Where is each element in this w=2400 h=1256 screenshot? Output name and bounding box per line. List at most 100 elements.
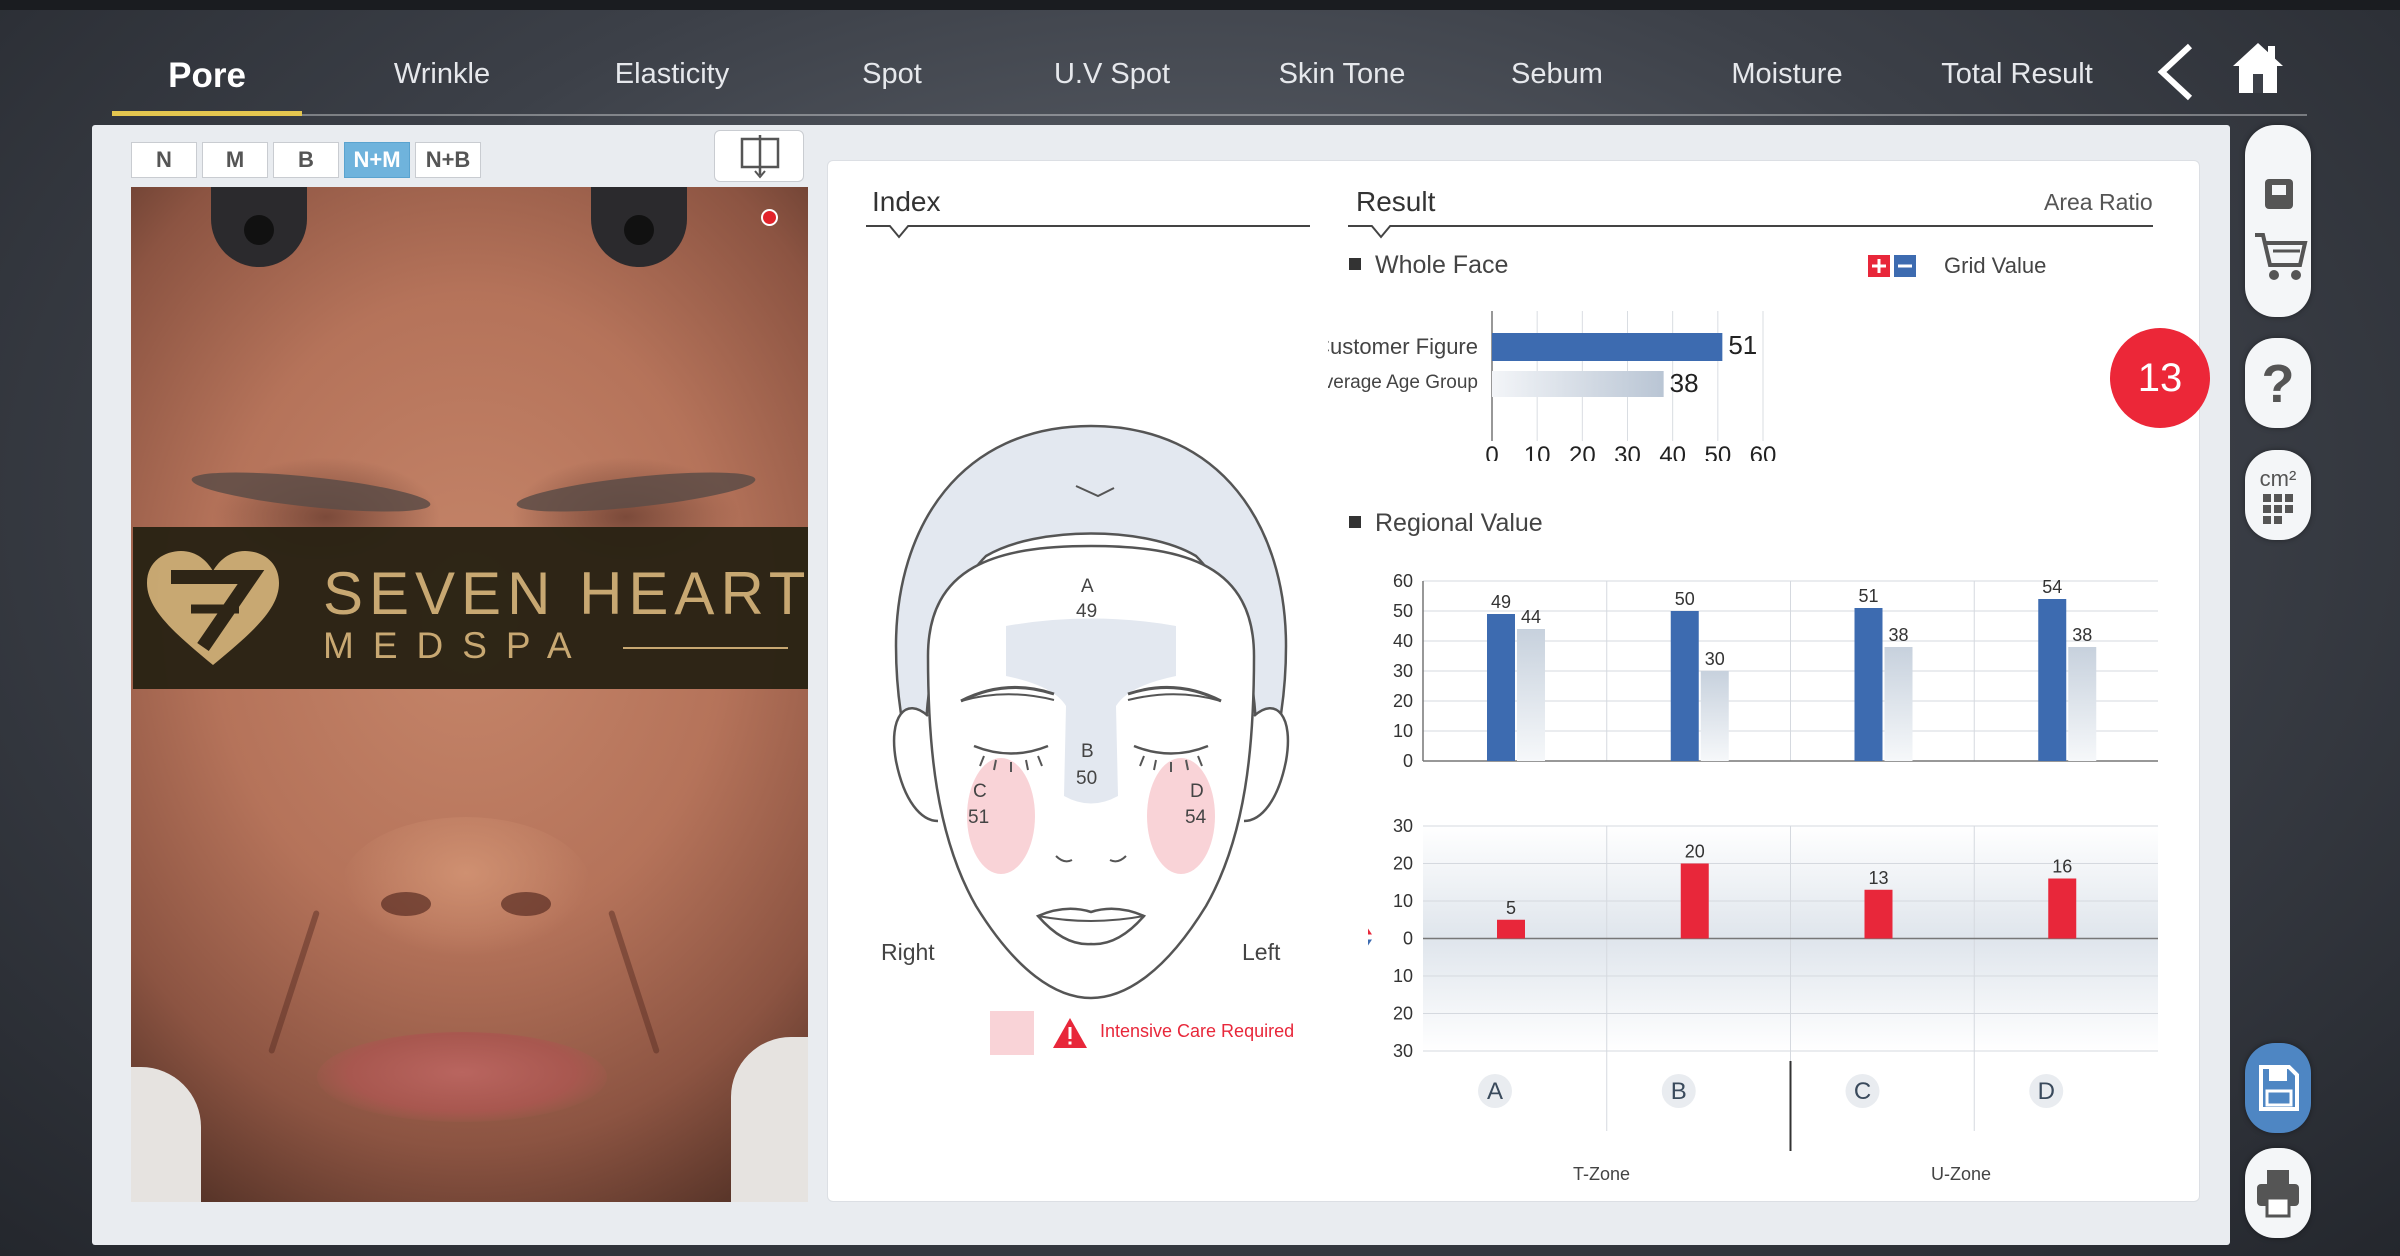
tab-pore[interactable]: Pore <box>112 56 302 104</box>
bar-customer <box>2038 599 2067 761</box>
unit-grid-button[interactable]: cm² <box>2245 450 2311 540</box>
tab-spot[interactable]: Spot <box>832 58 952 106</box>
data-label: 38 <box>2072 625 2092 645</box>
floppy-disk-icon <box>2259 1065 2299 1111</box>
active-tab-indicator <box>112 111 302 116</box>
mode-b-button[interactable]: B <box>273 142 339 178</box>
face-label-a-letter: A <box>1081 576 1094 597</box>
cart-icon <box>2255 179 2308 280</box>
mode-nm-button[interactable]: N+M <box>344 142 410 178</box>
bar <box>1492 333 1723 361</box>
category-label: B <box>1671 1078 1687 1105</box>
result-pointer-icon <box>1370 225 1392 239</box>
category-label: Average Age Group <box>1328 372 1478 393</box>
bar <box>1492 371 1664 397</box>
right-side-label: Right <box>881 939 935 965</box>
data-label: 38 <box>1670 368 1699 398</box>
y-tick-label: 60 <box>1393 571 1413 591</box>
nostril-right <box>381 892 431 916</box>
y-tick-label: 20 <box>1393 854 1413 874</box>
cm2-grid-icon: cm² <box>2260 466 2296 524</box>
tab-sebum[interactable]: Sebum <box>1482 58 1632 106</box>
regional-value-title: Regional Value <box>1349 509 1543 538</box>
warning-icon <box>1053 1018 1087 1048</box>
x-tick-label: 40 <box>1659 442 1686 461</box>
home-icon <box>2233 43 2283 93</box>
save-button[interactable] <box>2245 1043 2311 1133</box>
area-ratio-label: Area Ratio <box>2044 189 2153 215</box>
collar-right <box>131 1067 201 1202</box>
data-label: 50 <box>1675 589 1695 609</box>
record-indicator <box>761 209 778 226</box>
data-label: 51 <box>1728 330 1757 360</box>
arrow-up-icon <box>1368 928 1372 935</box>
home-button[interactable] <box>2230 40 2286 96</box>
arrow-down-icon <box>1368 939 1372 946</box>
help-button[interactable]: ? <box>2245 338 2311 428</box>
data-label: 20 <box>1685 842 1705 862</box>
nav-divider <box>112 114 2307 116</box>
result-underline <box>1348 225 2153 227</box>
category-label: A <box>1487 1078 1503 1105</box>
whole-face-chart: 0 10 20 30 40 50 60 51 Customer Figure 38 Average … <box>1328 311 1776 461</box>
face-label-d-letter: D <box>1190 781 1204 802</box>
face-label-d-value: 54 <box>1185 807 1207 828</box>
bar-customer <box>1487 614 1515 761</box>
collar-left <box>731 1037 808 1202</box>
data-label: 38 <box>1888 625 1908 645</box>
window-title-bar <box>0 0 2400 10</box>
mode-nb-button[interactable]: N+B <box>415 142 481 178</box>
compare-view-button[interactable] <box>714 130 804 182</box>
category-label: Customer Figure <box>1328 334 1478 359</box>
nose <box>341 817 591 957</box>
deviation-bar <box>1680 863 1709 939</box>
face-photo: SEVEN HEART MEDSPA <box>131 187 808 1202</box>
tab-total-result[interactable]: Total Result <box>1912 58 2122 106</box>
tab-moisture[interactable]: Moisture <box>1702 58 1872 106</box>
data-label: 54 <box>2042 577 2062 597</box>
device-goggle-left <box>211 187 307 267</box>
nasolabial-fold-left <box>607 909 661 1055</box>
print-button[interactable] <box>2245 1148 2311 1238</box>
result-title: Result <box>1356 186 1436 217</box>
mode-n-button[interactable]: N <box>131 142 197 178</box>
y-tick-label: 30 <box>1393 661 1413 681</box>
tab-elasticity[interactable]: Elasticity <box>582 58 762 106</box>
bar-customer <box>1670 611 1699 761</box>
left-side-label: Left <box>1242 939 1281 965</box>
question-icon: ? <box>2262 354 2295 414</box>
index-underline <box>866 225 1310 227</box>
save-to-cart-button[interactable] <box>2245 125 2311 317</box>
chevron-left-icon <box>2157 43 2193 101</box>
logo-divider <box>623 647 788 649</box>
tab-skin-tone[interactable]: Skin Tone <box>1252 58 1432 106</box>
bar-average <box>1884 647 1913 761</box>
y-tick-label: 20 <box>1393 691 1413 711</box>
heart-logo-icon <box>147 551 279 665</box>
tab-wrinkle[interactable]: Wrinkle <box>362 58 522 106</box>
tab-uv-spot[interactable]: U.V Spot <box>1027 58 1197 106</box>
device-goggle-right <box>591 187 687 267</box>
back-button[interactable] <box>2150 40 2200 104</box>
split-view-icon <box>740 135 780 179</box>
data-label: 16 <box>2052 857 2072 877</box>
face-label-c-letter: C <box>973 781 987 802</box>
data-label: 44 <box>1521 607 1541 627</box>
face-label-b-value: 50 <box>1076 768 1098 789</box>
y-tick-label: 0 <box>1403 751 1413 771</box>
u-zone-label: U-Zone <box>1931 1164 1992 1184</box>
minus-icon[interactable] <box>1894 255 1916 277</box>
logo-subtitle: MEDSPA <box>323 625 591 666</box>
main-panel: N M B N+M N+B SEVEN HEART MEDSPA Index A… <box>92 125 2230 1245</box>
data-label: 49 <box>1491 592 1511 612</box>
face-diagram <box>892 424 1290 1000</box>
face-label-b-letter: B <box>1081 741 1094 762</box>
mouth <box>317 1032 607 1122</box>
plus-icon[interactable] <box>1868 255 1890 277</box>
bar-average <box>1517 629 1545 761</box>
mode-m-button[interactable]: M <box>202 142 268 178</box>
x-tick-label: 0 <box>1485 442 1498 461</box>
y-tick-label: 20 <box>1393 1004 1413 1024</box>
face-label-c-value: 51 <box>968 807 990 828</box>
bar-average <box>1700 671 1729 761</box>
